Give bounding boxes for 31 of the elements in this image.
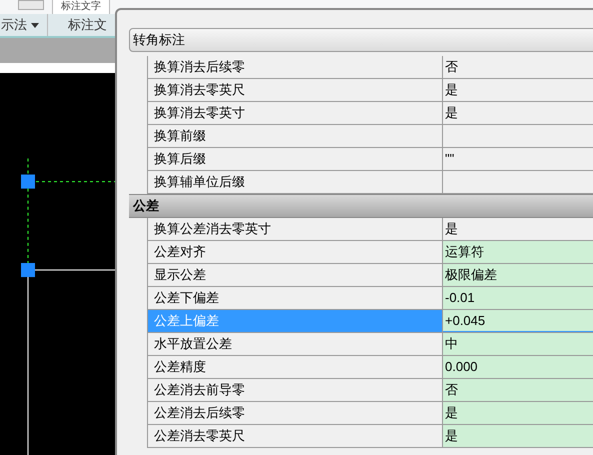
- property-value[interactable]: 运算符: [443, 241, 593, 263]
- object-type-dropdown[interactable]: 转角标注: [129, 28, 593, 52]
- property-name[interactable]: 公差精度: [147, 356, 443, 378]
- property-name[interactable]: 换算公差消去零英寸: [147, 218, 443, 240]
- property-value[interactable]: 极限偏差: [443, 264, 593, 286]
- toolbar-icon[interactable]: [18, 0, 44, 10]
- property-name[interactable]: 公差下偏差: [147, 287, 443, 309]
- property-name[interactable]: 换算消去后续零: [147, 56, 443, 78]
- caret-icon: [31, 22, 39, 28]
- property-name[interactable]: 水平放置公差: [147, 333, 443, 355]
- property-name[interactable]: 公差对齐: [147, 241, 443, 263]
- property-name[interactable]: 换算前缀: [147, 125, 443, 147]
- property-value[interactable]: 中: [443, 333, 593, 355]
- property-value[interactable]: -0.01: [443, 287, 593, 309]
- property-value[interactable]: 0.000: [443, 356, 593, 378]
- property-name[interactable]: 换算消去零英尺: [147, 79, 443, 101]
- property-value[interactable]: +0.045: [443, 310, 593, 332]
- property-name[interactable]: 公差消去零英尺: [147, 425, 443, 447]
- property-name[interactable]: 换算后缀: [147, 148, 443, 170]
- property-name[interactable]: 显示公差: [147, 264, 443, 286]
- property-name[interactable]: 换算辅单位后缀: [147, 171, 443, 193]
- property-name[interactable]: 公差消去前导零: [147, 379, 443, 401]
- property-value[interactable]: 是: [443, 425, 593, 447]
- ribbon-label: 标注文字: [52, 0, 110, 14]
- ribbon-panel-title[interactable]: 标注文: [48, 14, 107, 36]
- property-name[interactable]: 公差消去后续零: [147, 402, 443, 424]
- ribbon-panel-title[interactable]: 示法: [0, 14, 48, 36]
- property-value[interactable]: 是: [443, 402, 593, 424]
- section-header[interactable]: 公差: [129, 194, 593, 218]
- property-name[interactable]: 换算消去零英寸: [147, 102, 443, 124]
- property-value[interactable]: 否: [443, 379, 593, 401]
